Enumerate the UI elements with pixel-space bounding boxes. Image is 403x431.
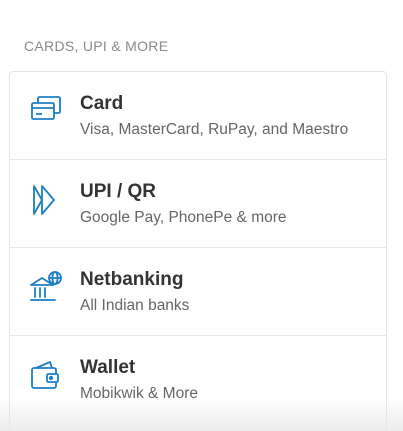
card-icon (28, 94, 64, 130)
bank-icon (28, 270, 64, 306)
upi-icon (28, 182, 64, 218)
method-subtitle: Visa, MasterCard, RuPay, and Maestro (80, 121, 349, 138)
wallet-icon (28, 358, 64, 394)
method-subtitle: Google Pay, PhonePe & more (80, 209, 287, 226)
method-title: Netbanking (80, 269, 184, 290)
method-title: Wallet (80, 357, 136, 378)
payment-method-upi[interactable]: UPI / QR Google Pay, PhonePe & more (10, 160, 386, 248)
payment-method-card[interactable]: Card Visa, MasterCard, RuPay, and Maestr… (10, 72, 386, 160)
section-heading: CARDS, UPI & MORE (24, 38, 169, 54)
payment-method-wallet[interactable]: Wallet Mobikwik & More (10, 336, 386, 424)
payment-method-netbanking[interactable]: Netbanking All Indian banks (10, 248, 386, 336)
payment-methods-panel: CARDS, UPI & MORE Card Visa, MasterCard,… (0, 0, 403, 431)
payment-methods-list: Card Visa, MasterCard, RuPay, and Maestr… (9, 71, 387, 431)
method-subtitle: Mobikwik & More (80, 385, 198, 402)
method-subtitle: All Indian banks (80, 297, 190, 314)
method-title: Card (80, 93, 124, 114)
method-title: UPI / QR (80, 181, 157, 202)
